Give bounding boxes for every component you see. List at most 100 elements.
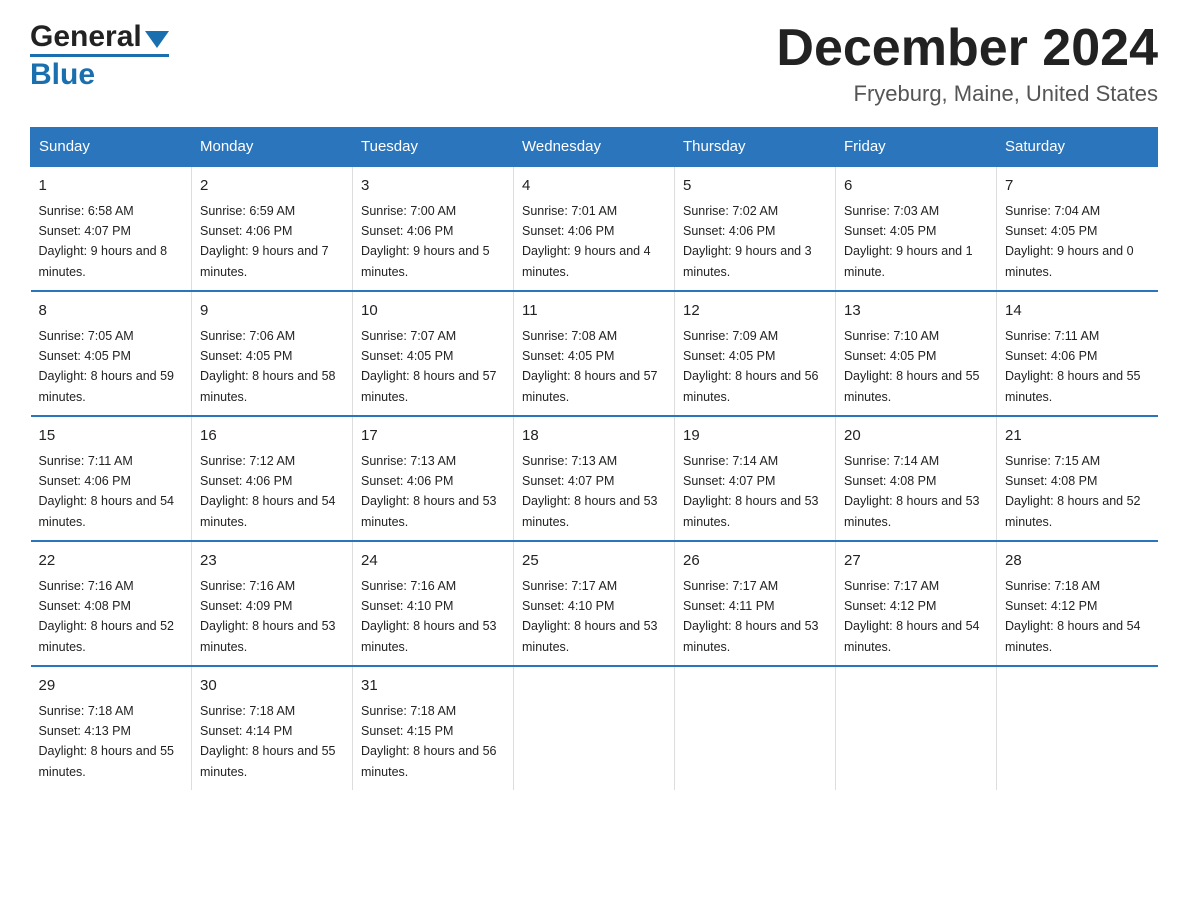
day-number: 24 [361, 550, 505, 573]
calendar-cell: 19 Sunrise: 7:14 AMSunset: 4:07 PMDayligh… [675, 416, 836, 541]
calendar-week-row: 29Sunrise: 7:18 AMSunset: 4:13 PMDayligh… [31, 666, 1158, 790]
day-number: 1 [39, 175, 184, 198]
calendar-cell: 18 Sunrise: 7:13 AMSunset: 4:07 PMDayligh… [514, 416, 675, 541]
day-number: 13 [844, 300, 988, 323]
calendar-cell: 30 Sunrise: 7:18 AMSunset: 4:14 PMDayligh… [192, 666, 353, 790]
calendar-cell: 5 Sunrise: 7:02 AMSunset: 4:06 PMDaylight… [675, 166, 836, 291]
day-info: Sunrise: 7:11 AMSunset: 4:06 PMDaylight:… [39, 454, 175, 529]
calendar-cell: 29Sunrise: 7:18 AMSunset: 4:13 PMDayligh… [31, 666, 192, 790]
day-number: 9 [200, 300, 344, 323]
calendar-cell: 15 Sunrise: 7:11 AMSunset: 4:06 PMDayligh… [31, 416, 192, 541]
calendar-cell: 10 Sunrise: 7:07 AMSunset: 4:05 PMDayligh… [353, 291, 514, 416]
calendar-cell: 2 Sunrise: 6:59 AMSunset: 4:06 PMDaylight… [192, 166, 353, 291]
calendar-cell: 7Sunrise: 7:04 AMSunset: 4:05 PMDaylight… [997, 166, 1158, 291]
day-info: Sunrise: 7:13 AMSunset: 4:07 PMDaylight:… [522, 454, 658, 529]
day-info: Sunrise: 6:58 AMSunset: 4:07 PMDaylight:… [39, 204, 168, 279]
day-info: Sunrise: 7:09 AMSunset: 4:05 PMDaylight:… [683, 329, 819, 404]
calendar-cell: 24 Sunrise: 7:16 AMSunset: 4:10 PMDayligh… [353, 541, 514, 666]
day-info: Sunrise: 7:14 AMSunset: 4:07 PMDaylight:… [683, 454, 819, 529]
day-number: 30 [200, 675, 344, 698]
calendar-week-row: 1 Sunrise: 6:58 AMSunset: 4:07 PMDaylight… [31, 166, 1158, 291]
day-info: Sunrise: 7:07 AMSunset: 4:05 PMDaylight:… [361, 329, 497, 404]
calendar-cell: 17 Sunrise: 7:13 AMSunset: 4:06 PMDayligh… [353, 416, 514, 541]
day-number: 26 [683, 550, 827, 573]
day-info: Sunrise: 7:04 AMSunset: 4:05 PMDaylight:… [1005, 204, 1134, 279]
day-number: 11 [522, 300, 666, 323]
day-info: Sunrise: 7:17 AMSunset: 4:11 PMDaylight:… [683, 579, 819, 654]
calendar-cell: 9 Sunrise: 7:06 AMSunset: 4:05 PMDaylight… [192, 291, 353, 416]
day-number: 18 [522, 425, 666, 448]
day-info: Sunrise: 7:03 AMSunset: 4:05 PMDaylight:… [844, 204, 973, 279]
day-header-thursday: Thursday [675, 128, 836, 167]
day-header-monday: Monday [192, 128, 353, 167]
day-number: 25 [522, 550, 666, 573]
day-number: 17 [361, 425, 505, 448]
calendar-cell: 12Sunrise: 7:09 AMSunset: 4:05 PMDayligh… [675, 291, 836, 416]
calendar-cell: 25Sunrise: 7:17 AMSunset: 4:10 PMDayligh… [514, 541, 675, 666]
calendar-cell [514, 666, 675, 790]
day-number: 5 [683, 175, 827, 198]
calendar-cell: 23 Sunrise: 7:16 AMSunset: 4:09 PMDayligh… [192, 541, 353, 666]
day-info: Sunrise: 7:06 AMSunset: 4:05 PMDaylight:… [200, 329, 336, 404]
day-info: Sunrise: 7:11 AMSunset: 4:06 PMDaylight:… [1005, 329, 1141, 404]
calendar-cell: 20 Sunrise: 7:14 AMSunset: 4:08 PMDayligh… [836, 416, 997, 541]
calendar-table: SundayMondayTuesdayWednesdayThursdayFrid… [30, 127, 1158, 790]
day-info: Sunrise: 7:01 AMSunset: 4:06 PMDaylight:… [522, 204, 651, 279]
day-number: 6 [844, 175, 988, 198]
day-info: Sunrise: 7:16 AMSunset: 4:09 PMDaylight:… [200, 579, 336, 654]
day-info: Sunrise: 7:08 AMSunset: 4:05 PMDaylight:… [522, 329, 658, 404]
day-number: 29 [39, 675, 184, 698]
day-header-saturday: Saturday [997, 128, 1158, 167]
calendar-cell: 8 Sunrise: 7:05 AMSunset: 4:05 PMDaylight… [31, 291, 192, 416]
day-info: Sunrise: 7:17 AMSunset: 4:12 PMDaylight:… [844, 579, 980, 654]
day-info: Sunrise: 7:00 AMSunset: 4:06 PMDaylight:… [361, 204, 490, 279]
calendar-cell: 4 Sunrise: 7:01 AMSunset: 4:06 PMDaylight… [514, 166, 675, 291]
day-header-wednesday: Wednesday [514, 128, 675, 167]
page-header: General Blue December 2024 Fryeburg, Mai… [30, 20, 1158, 107]
day-info: Sunrise: 7:13 AMSunset: 4:06 PMDaylight:… [361, 454, 497, 529]
day-header-sunday: Sunday [31, 128, 192, 167]
calendar-cell [675, 666, 836, 790]
day-info: Sunrise: 7:18 AMSunset: 4:14 PMDaylight:… [200, 704, 336, 779]
day-header-tuesday: Tuesday [353, 128, 514, 167]
day-number: 28 [1005, 550, 1150, 573]
day-number: 31 [361, 675, 505, 698]
calendar-cell: 28Sunrise: 7:18 AMSunset: 4:12 PMDayligh… [997, 541, 1158, 666]
day-header-friday: Friday [836, 128, 997, 167]
calendar-cell: 3Sunrise: 7:00 AMSunset: 4:06 PMDaylight… [353, 166, 514, 291]
day-number: 8 [39, 300, 184, 323]
day-info: Sunrise: 6:59 AMSunset: 4:06 PMDaylight:… [200, 204, 329, 279]
day-info: Sunrise: 7:14 AMSunset: 4:08 PMDaylight:… [844, 454, 980, 529]
subtitle: Fryeburg, Maine, United States [776, 81, 1158, 107]
day-info: Sunrise: 7:02 AMSunset: 4:06 PMDaylight:… [683, 204, 812, 279]
day-number: 23 [200, 550, 344, 573]
calendar-cell: 11 Sunrise: 7:08 AMSunset: 4:05 PMDayligh… [514, 291, 675, 416]
day-info: Sunrise: 7:05 AMSunset: 4:05 PMDaylight:… [39, 329, 175, 404]
calendar-header-row: SundayMondayTuesdayWednesdayThursdayFrid… [31, 128, 1158, 167]
day-number: 4 [522, 175, 666, 198]
logo-blue-text: Blue [30, 58, 95, 92]
day-info: Sunrise: 7:16 AMSunset: 4:10 PMDaylight:… [361, 579, 497, 654]
day-info: Sunrise: 7:16 AMSunset: 4:08 PMDaylight:… [39, 579, 175, 654]
day-info: Sunrise: 7:10 AMSunset: 4:05 PMDaylight:… [844, 329, 980, 404]
day-number: 14 [1005, 300, 1150, 323]
day-number: 10 [361, 300, 505, 323]
calendar-cell [836, 666, 997, 790]
calendar-cell: 14 Sunrise: 7:11 AMSunset: 4:06 PMDayligh… [997, 291, 1158, 416]
day-number: 19 [683, 425, 827, 448]
main-title: December 2024 [776, 20, 1158, 77]
calendar-week-row: 15 Sunrise: 7:11 AMSunset: 4:06 PMDayligh… [31, 416, 1158, 541]
day-info: Sunrise: 7:15 AMSunset: 4:08 PMDaylight:… [1005, 454, 1141, 529]
day-number: 2 [200, 175, 344, 198]
day-number: 16 [200, 425, 344, 448]
logo: General Blue [30, 20, 169, 92]
day-info: Sunrise: 7:12 AMSunset: 4:06 PMDaylight:… [200, 454, 336, 529]
calendar-cell [997, 666, 1158, 790]
day-info: Sunrise: 7:18 AMSunset: 4:15 PMDaylight:… [361, 704, 497, 779]
day-number: 20 [844, 425, 988, 448]
logo-triangle-icon [145, 31, 169, 48]
day-number: 22 [39, 550, 184, 573]
title-area: December 2024 Fryeburg, Maine, United St… [776, 20, 1158, 107]
day-number: 15 [39, 425, 184, 448]
day-number: 21 [1005, 425, 1150, 448]
